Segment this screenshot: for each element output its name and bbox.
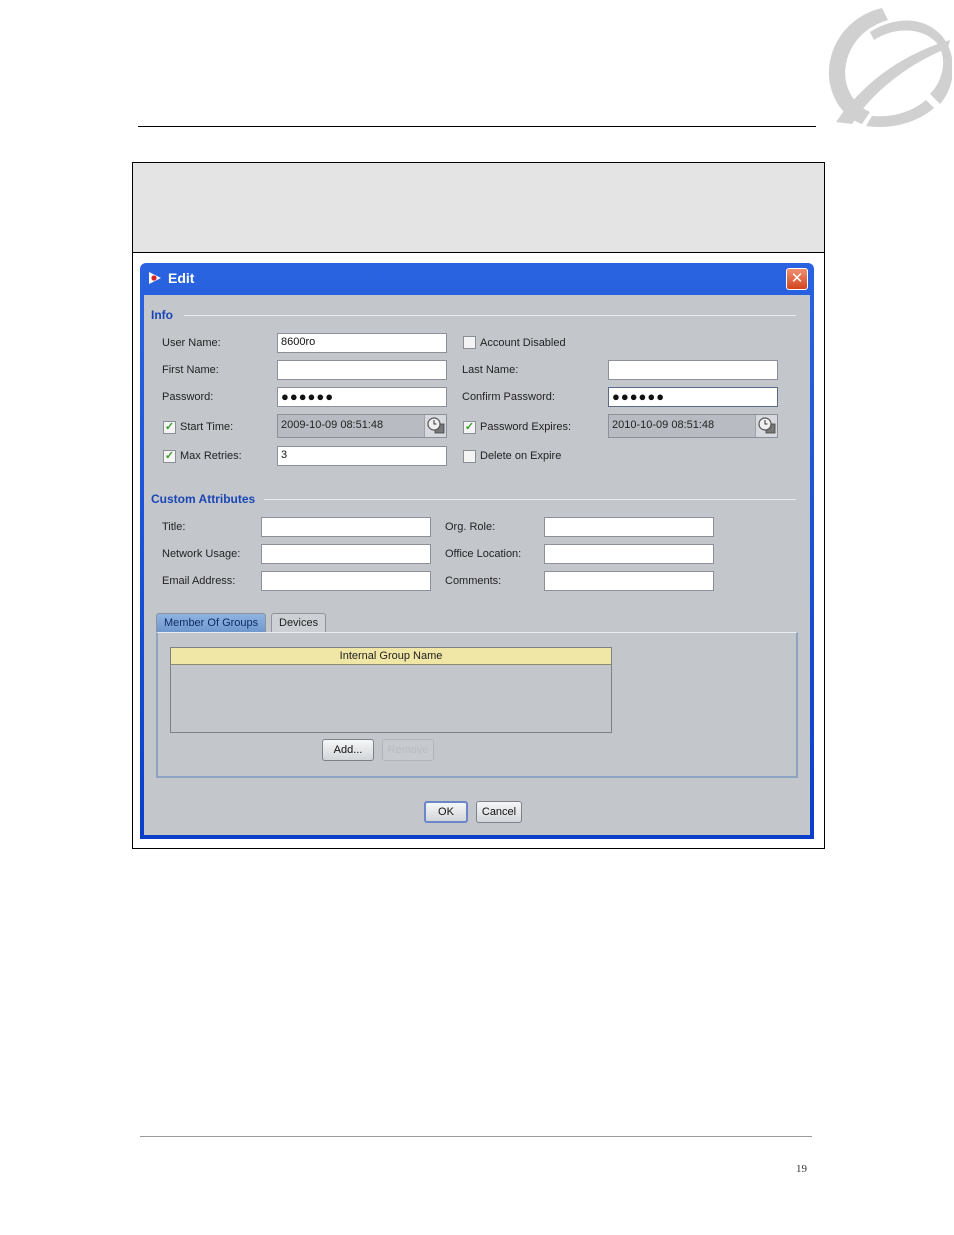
start-time-value: 2009-10-09 08:51:48 xyxy=(281,419,384,431)
dialog-title: Edit xyxy=(168,270,195,286)
org-role-label: Org. Role: xyxy=(445,521,496,533)
org-role-input[interactable] xyxy=(544,517,714,537)
password-expires-value: 2010-10-09 08:51:48 xyxy=(612,419,715,431)
checkmark-icon: ✓ xyxy=(464,421,475,433)
tab-member-of-groups[interactable]: Member Of Groups xyxy=(156,613,267,632)
start-time-checkbox[interactable]: ✓ xyxy=(163,421,176,434)
cancel-button[interactable]: Cancel xyxy=(476,801,522,823)
last-name-label: Last Name: xyxy=(462,364,519,376)
start-time-label: Start Time: xyxy=(180,421,234,433)
header-rule xyxy=(138,126,816,127)
start-time-picker[interactable]: 2009-10-09 08:51:48 xyxy=(277,414,447,438)
max-retries-input[interactable]: 3 xyxy=(277,446,447,466)
checkmark-icon: ✓ xyxy=(164,421,175,433)
checkmark-icon: ✓ xyxy=(164,450,175,462)
password-expires-calendar-button[interactable] xyxy=(755,415,777,437)
max-retries-label: Max Retries: xyxy=(180,450,242,462)
custom-attributes-divider xyxy=(264,499,796,500)
last-name-input[interactable] xyxy=(608,360,778,380)
office-location-input[interactable] xyxy=(544,544,714,564)
network-usage-input[interactable] xyxy=(261,544,431,564)
confirm-password-label: Confirm Password: xyxy=(462,391,555,403)
max-retries-checkbox[interactable]: ✓ xyxy=(163,450,176,463)
first-name-label: First Name: xyxy=(162,364,219,376)
footer-rule xyxy=(140,1136,812,1137)
password-input[interactable]: ●●●●●● xyxy=(277,387,447,407)
figure-caption-area xyxy=(133,163,824,253)
password-expires-picker[interactable]: 2010-10-09 08:51:48 xyxy=(608,414,778,438)
delete-on-expire-checkbox[interactable] xyxy=(463,450,476,463)
info-section-title: Info xyxy=(151,308,173,322)
company-logo xyxy=(829,8,952,128)
app-icon xyxy=(149,272,161,284)
add-button[interactable]: Add... xyxy=(322,739,374,761)
email-address-input[interactable] xyxy=(261,571,431,591)
dialog-body: Info User Name: 8600ro Account Disabled … xyxy=(144,295,810,835)
groups-table: Internal Group Name xyxy=(170,647,612,733)
clock-calendar-icon xyxy=(758,417,776,434)
close-icon: ✕ xyxy=(790,269,804,287)
page-number: 19 xyxy=(796,1163,807,1175)
user-name-input[interactable]: 8600ro xyxy=(277,333,447,353)
title-input[interactable] xyxy=(261,517,431,537)
ok-button[interactable]: OK xyxy=(424,801,468,823)
tab-devices[interactable]: Devices xyxy=(271,613,327,632)
password-label: Password: xyxy=(162,391,214,403)
password-expires-label: Password Expires: xyxy=(480,421,572,433)
info-section-divider xyxy=(184,315,796,316)
clock-calendar-icon xyxy=(427,417,445,434)
close-button[interactable]: ✕ xyxy=(786,268,808,290)
start-time-calendar-button[interactable] xyxy=(424,415,446,437)
email-address-label: Email Address: xyxy=(162,575,236,587)
title-label: Title: xyxy=(162,521,186,533)
account-disabled-label: Account Disabled xyxy=(480,337,566,349)
delete-on-expire-label: Delete on Expire xyxy=(480,450,562,462)
comments-label: Comments: xyxy=(445,575,502,587)
edit-dialog: Edit ✕ Info User Name: 8600ro Account Di… xyxy=(140,263,814,839)
password-expires-checkbox[interactable]: ✓ xyxy=(463,421,476,434)
first-name-input[interactable] xyxy=(277,360,447,380)
member-of-groups-panel: Internal Group Name Add... Remove xyxy=(156,632,798,778)
confirm-password-input[interactable]: ●●●●●● xyxy=(608,387,778,407)
comments-input[interactable] xyxy=(544,571,714,591)
office-location-label: Office Location: xyxy=(445,548,522,560)
column-header-internal-group-name[interactable]: Internal Group Name xyxy=(171,648,611,665)
custom-attributes-section-title: Custom Attributes xyxy=(151,492,256,506)
account-disabled-checkbox[interactable] xyxy=(463,336,476,349)
network-usage-label: Network Usage: xyxy=(162,548,241,560)
user-name-label: User Name: xyxy=(162,337,221,349)
remove-button[interactable]: Remove xyxy=(382,739,434,761)
dialog-titlebar[interactable]: Edit ✕ xyxy=(144,263,810,295)
